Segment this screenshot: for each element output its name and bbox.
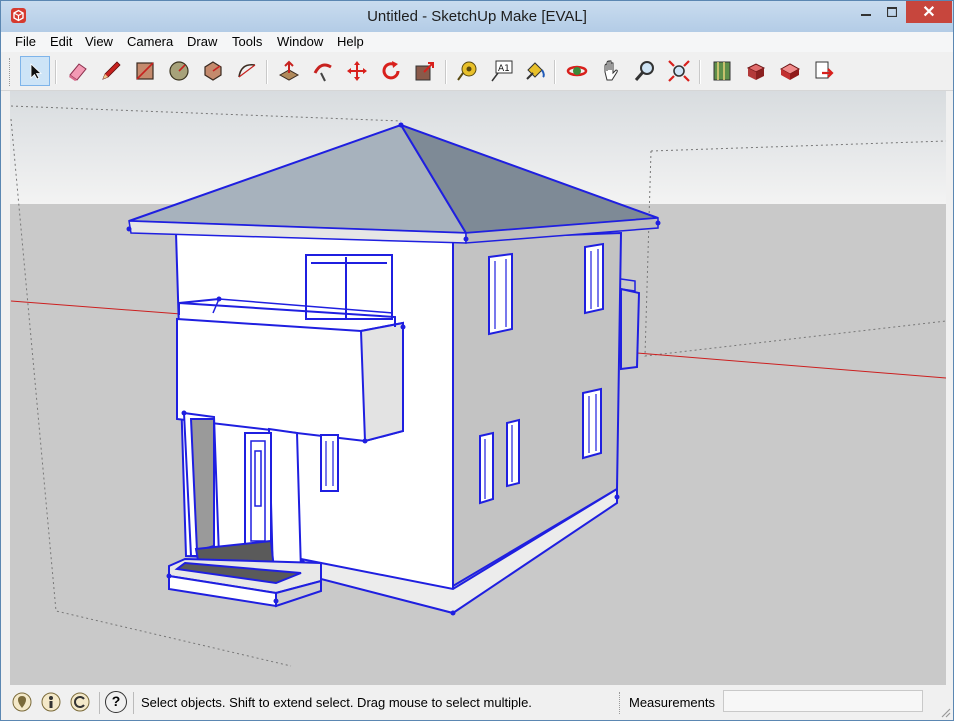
instructor-help-icon[interactable]: ?	[105, 691, 127, 713]
small-front-window[interactable]	[320, 434, 339, 492]
map-icon	[713, 61, 731, 81]
arc-icon	[238, 63, 256, 78]
toolbar-separator	[55, 60, 57, 84]
line-tool-button[interactable]	[96, 56, 126, 86]
pan-tool-button[interactable]	[596, 56, 626, 86]
share-model-tool-button[interactable]	[809, 56, 839, 86]
measurements-label: Measurements	[629, 695, 715, 710]
warehouse-tool-button[interactable]	[775, 56, 805, 86]
tape-measure-icon	[457, 61, 477, 81]
minimize-icon	[861, 14, 871, 16]
push-pull-tool-button[interactable]	[274, 56, 304, 86]
menu-bar: File Edit View Camera Draw Tools Window …	[1, 32, 953, 52]
status-bar: ? Select objects. Shift to extend select…	[1, 686, 953, 720]
zoom-extents-tool-button[interactable]	[664, 56, 694, 86]
credits-icon[interactable]	[40, 691, 62, 713]
warehouse-icon	[779, 63, 801, 80]
title-bar[interactable]: Untitled - SketchUp Make [EVAL] ✕	[1, 1, 953, 32]
share-model-icon	[815, 61, 834, 79]
pencil-icon	[102, 61, 121, 80]
menu-file[interactable]: File	[15, 34, 36, 49]
follow-me-tool-button[interactable]	[308, 56, 338, 86]
arc-tool-button[interactable]	[232, 56, 262, 86]
zoom-extents-icon	[668, 60, 690, 82]
geo-location-icon[interactable]	[11, 691, 33, 713]
status-divider	[619, 692, 621, 714]
close-button[interactable]: ✕	[906, 1, 952, 23]
move-tool-button[interactable]	[342, 56, 372, 86]
window-title: Untitled - SketchUp Make [EVAL]	[367, 8, 587, 25]
polygon-icon	[204, 61, 222, 81]
circle-tool-button[interactable]	[164, 56, 194, 86]
rectangle-tool-button[interactable]	[130, 56, 160, 86]
maximize-icon	[887, 7, 897, 17]
status-separator	[133, 692, 134, 714]
text-tool-label: A1	[498, 64, 510, 74]
resize-grip-icon[interactable]	[939, 706, 951, 718]
menu-tools[interactable]: Tools	[232, 34, 262, 49]
rectangle-icon	[136, 62, 154, 80]
model-viewport[interactable]	[10, 91, 946, 685]
select-tool-button[interactable]	[20, 56, 50, 86]
paint-bucket-icon	[526, 62, 545, 80]
measurements-input[interactable]	[723, 690, 923, 712]
entry-porch[interactable]	[168, 411, 322, 608]
menu-help[interactable]: Help	[337, 34, 364, 49]
toolbar-separator	[266, 60, 268, 84]
zoom-tool-button[interactable]	[630, 56, 660, 86]
rotate-tool-button[interactable]	[376, 56, 406, 86]
menu-window[interactable]: Window	[277, 34, 323, 49]
scale-tool-button[interactable]	[410, 56, 440, 86]
paint-bucket-tool-button[interactable]	[520, 56, 550, 86]
text-tool-button[interactable]: A1	[486, 56, 516, 86]
follow-me-icon	[313, 63, 332, 82]
move-arrows-icon	[347, 61, 367, 81]
sketchup-window: Untitled - SketchUp Make [EVAL] ✕ File E…	[0, 0, 954, 721]
scale-icon	[415, 62, 434, 81]
toolbar-separator	[554, 60, 556, 84]
toolbar-grip[interactable]	[9, 58, 13, 86]
sign-in-icon[interactable]	[69, 691, 91, 713]
eraser-icon	[69, 63, 87, 81]
model-canvas[interactable]	[10, 91, 946, 685]
getting-started-toolbar: A1	[1, 52, 953, 91]
wall-box[interactable]	[620, 287, 641, 371]
status-separator	[99, 692, 100, 714]
polygon-tool-button[interactable]	[198, 56, 228, 86]
rotate-icon	[382, 61, 400, 80]
push-pull-icon	[278, 60, 300, 81]
text-label-icon: A1	[491, 60, 513, 82]
select-arrow-icon	[30, 63, 43, 80]
minimize-button[interactable]	[853, 1, 879, 23]
toolbar-separator	[445, 60, 447, 84]
maximize-button[interactable]	[879, 1, 905, 23]
menu-view[interactable]: View	[85, 34, 113, 49]
circle-icon	[169, 61, 189, 81]
eraser-tool-button[interactable]	[63, 56, 93, 86]
hand-icon	[604, 60, 618, 81]
magnifier-icon	[634, 61, 654, 81]
components-tool-button[interactable]	[741, 56, 771, 86]
orbit-icon	[566, 65, 588, 77]
tape-measure-tool-button[interactable]	[452, 56, 482, 86]
menu-camera[interactable]: Camera	[127, 34, 173, 49]
menu-draw[interactable]: Draw	[187, 34, 217, 49]
menu-edit[interactable]: Edit	[50, 34, 72, 49]
status-message: Select objects. Shift to extend select. …	[141, 695, 532, 710]
toolbar-separator	[699, 60, 701, 84]
orbit-tool-button[interactable]	[562, 56, 592, 86]
components-icon	[746, 63, 766, 80]
close-icon: ✕	[922, 4, 936, 21]
model-info-tool-button[interactable]	[707, 56, 737, 86]
